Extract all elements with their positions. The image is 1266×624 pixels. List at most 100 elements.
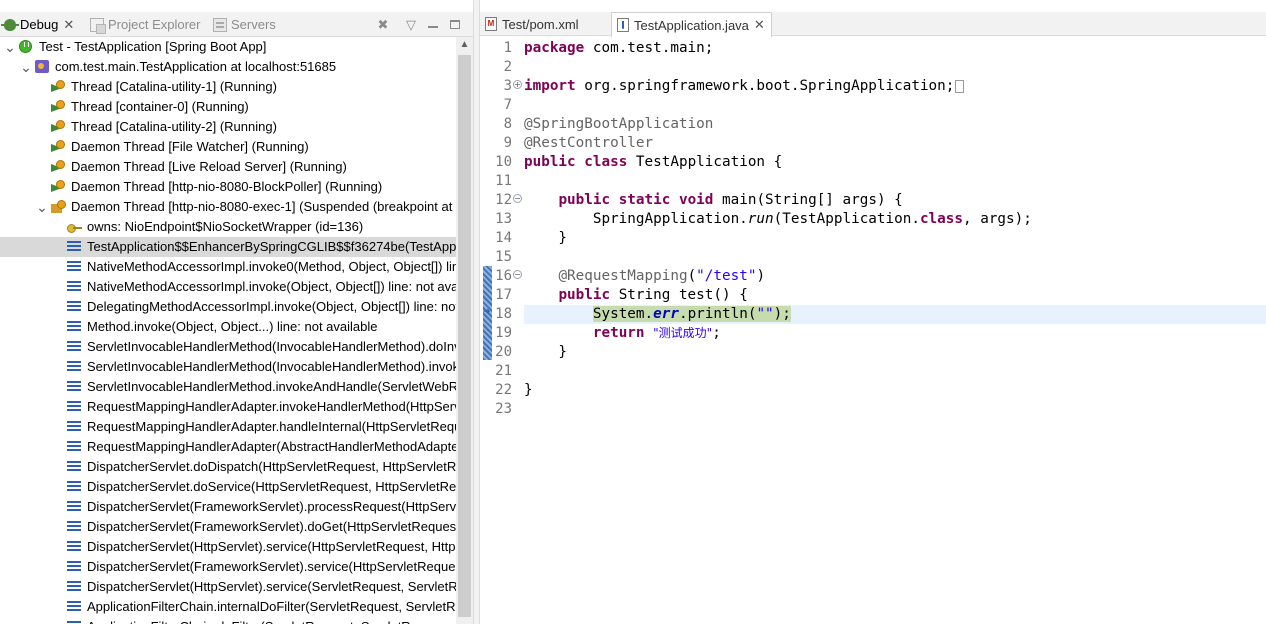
stack-frame-row[interactable]: ApplicationFilterChain.internalDoFilter(…	[0, 597, 456, 617]
stack-frame-row[interactable]: RequestMappingHandlerAdapter(AbstractHan…	[0, 437, 456, 457]
code-line[interactable]: return "测试成功";	[524, 324, 1266, 343]
chevron-down-icon[interactable]: ⌄	[20, 57, 32, 77]
scroll-up-arrow-icon[interactable]: ▲	[456, 37, 473, 53]
stack-frame-row[interactable]: DispatcherServlet(HttpServlet).service(S…	[0, 577, 456, 597]
stack-frame-row[interactable]: DispatcherServlet(HttpServlet).service(H…	[0, 537, 456, 557]
tree-node-label: Thread [Catalina-utility-1] (Running)	[71, 79, 277, 94]
scrollbar-thumb[interactable]	[458, 55, 471, 617]
sash-divider[interactable]	[473, 0, 480, 624]
thread-row[interactable]: Daemon Thread [http-nio-8080-BlockPoller…	[0, 177, 456, 197]
chevron-down-icon[interactable]: ⌄	[36, 197, 48, 217]
code-token: class	[919, 211, 963, 227]
stack-frame-row[interactable]: NativeMethodAccessorImpl.invoke(Object, …	[0, 277, 456, 297]
close-icon[interactable]: ✕	[63, 17, 74, 33]
collapse-fold-icon[interactable]: −	[513, 270, 522, 279]
tab-servers[interactable]: Servers	[213, 12, 276, 37]
stack-frame-row[interactable]: DispatcherServlet(FrameworkServlet).proc…	[0, 497, 456, 517]
code-line[interactable]: SpringApplication.run(TestApplication.cl…	[524, 210, 1266, 229]
stack-frame-row[interactable]: DispatcherServlet(FrameworkServlet).doGe…	[0, 517, 456, 537]
line-number: 12	[495, 192, 512, 208]
code-line[interactable]: System.err.println("");	[524, 305, 1266, 324]
tree-node-label: DelegatingMethodAccessorImpl.invoke(Obje…	[87, 299, 456, 314]
minimize-button[interactable]	[424, 12, 442, 37]
stack-frame-row[interactable]: TestApplication$$EnhancerBySpringCGLIB$$…	[0, 237, 456, 257]
code-token: public	[524, 154, 576, 170]
tab-project-explorer[interactable]: Project Explorer	[90, 12, 200, 37]
line-number: 23	[495, 401, 512, 417]
tree-node-label: Daemon Thread [http-nio-8080-BlockPoller…	[71, 179, 383, 194]
vertical-scrollbar[interactable]: ▲	[456, 37, 473, 624]
tree-row[interactable]: ⌄ com.test.main.TestApplication at localh…	[0, 57, 456, 77]
code-line[interactable]: public static void main(String[] args) {	[524, 191, 1266, 210]
code-token: public	[558, 192, 611, 208]
tree-node-label: ServletInvocableHandlerMethod.invokeAndH…	[87, 379, 456, 394]
tree-row[interactable]: owns: NioEndpoint$NioSocketWrapper (id=1…	[0, 217, 456, 237]
stack-frame-row[interactable]: ApplicationFilterChain.doFilter(ServletR…	[0, 617, 456, 624]
line-number: 19	[495, 325, 512, 341]
maximize-button[interactable]	[446, 12, 464, 37]
folded-imports-marker[interactable]	[955, 79, 965, 93]
tab-debug[interactable]: Debug ✕	[1, 12, 74, 37]
stack-frame-icon	[67, 521, 81, 533]
code-token: , args);	[963, 211, 1032, 227]
stack-frame-row[interactable]: DispatcherServlet.doDispatch(HttpServlet…	[0, 457, 456, 477]
code-line[interactable]: @SpringBootApplication	[524, 115, 1266, 134]
stack-frame-row[interactable]: DispatcherServlet(FrameworkServlet).serv…	[0, 557, 456, 577]
code-line[interactable]: @RestController	[524, 134, 1266, 153]
stack-frame-row[interactable]: DelegatingMethodAccessorImpl.invoke(Obje…	[0, 297, 456, 317]
thread-row[interactable]: ⌄ Daemon Thread [http-nio-8080-exec-1] (S…	[0, 197, 456, 217]
remove-all-terminated-button[interactable]: ✖	[374, 12, 392, 37]
code-line[interactable]	[524, 400, 1266, 419]
tree-node-label: ApplicationFilterChain.internalDoFilter(…	[87, 599, 456, 614]
code-line[interactable]	[524, 96, 1266, 115]
view-menu-button[interactable]: ▽	[402, 12, 420, 37]
code-line[interactable]: }	[524, 343, 1266, 362]
stack-frame-row[interactable]: ServletInvocableHandlerMethod(InvocableH…	[0, 357, 456, 377]
stack-frame-row[interactable]: RequestMappingHandlerAdapter.handleInter…	[0, 417, 456, 437]
code-line[interactable]	[524, 172, 1266, 191]
code-line[interactable]: }	[524, 381, 1266, 400]
code-line[interactable]: }	[524, 229, 1266, 248]
thread-row[interactable]: Thread [Catalina-utility-2] (Running)	[0, 117, 456, 137]
code-line[interactable]	[524, 58, 1266, 77]
code-line[interactable]: public String test() {	[524, 286, 1266, 305]
code-area[interactable]: package com.test.main; import org.springf…	[524, 37, 1266, 624]
tree-node-label: Test - TestApplication [Spring Boot App]	[39, 39, 267, 54]
code-line[interactable]	[524, 362, 1266, 381]
line-number-ruler[interactable]: ➜ 1 2 3 +7 8 9 10 11 12−13 14 15 16−17 18 19 20 21 22 23	[480, 37, 522, 624]
thread-row[interactable]: Thread [container-0] (Running)	[0, 97, 456, 117]
close-icon[interactable]: ✕	[754, 17, 765, 33]
line-number: 22	[495, 382, 512, 398]
line-number: 21	[495, 363, 512, 379]
tab-pom-xml[interactable]: M Test/pom.xml	[480, 12, 610, 36]
tree-node-label: DispatcherServlet(HttpServlet).service(H…	[87, 539, 456, 554]
code-line[interactable]: package com.test.main;	[524, 39, 1266, 58]
stack-frame-row[interactable]: RequestMappingHandlerAdapter.invokeHandl…	[0, 397, 456, 417]
stack-frame-icon	[67, 361, 81, 373]
code-token: (TestApplication.	[773, 211, 920, 227]
stack-frame-row[interactable]: Method.invoke(Object, Object...) line: n…	[0, 317, 456, 337]
tree-row[interactable]: ⌄ Test - TestApplication [Spring Boot App…	[0, 37, 456, 57]
tree-node-label: TestApplication$$EnhancerBySpringCGLIB$$…	[87, 239, 456, 254]
stack-frame-row[interactable]: ServletInvocableHandlerMethod.invokeAndH…	[0, 377, 456, 397]
stack-frame-row[interactable]: ServletInvocableHandlerMethod(InvocableH…	[0, 337, 456, 357]
expand-fold-icon[interactable]: +	[513, 80, 522, 89]
stack-frame-row[interactable]: DispatcherServlet.doService(HttpServletR…	[0, 477, 456, 497]
code-line[interactable]: @RequestMapping("/test")	[524, 267, 1266, 286]
thread-row[interactable]: Thread [Catalina-utility-1] (Running)	[0, 77, 456, 97]
thread-row[interactable]: Daemon Thread [Live Reload Server] (Runn…	[0, 157, 456, 177]
thread-row[interactable]: Daemon Thread [File Watcher] (Running)	[0, 137, 456, 157]
stack-frame-row[interactable]: NativeMethodAccessorImpl.invoke0(Method,…	[0, 257, 456, 277]
collapse-fold-icon[interactable]: −	[513, 194, 522, 203]
debug-target-icon	[35, 60, 49, 73]
code-line[interactable]	[524, 248, 1266, 267]
stack-frame-icon	[67, 441, 81, 453]
tab-testapplication-java[interactable]: TestApplication.java ✕	[611, 12, 772, 37]
code-line[interactable]: import org.springframework.boot.SpringAp…	[524, 77, 1266, 96]
project-explorer-icon	[90, 17, 106, 34]
chevron-down-icon[interactable]: ⌄	[4, 37, 16, 57]
code-line[interactable]: public class TestApplication {	[524, 153, 1266, 172]
code-token: ""	[756, 306, 774, 322]
